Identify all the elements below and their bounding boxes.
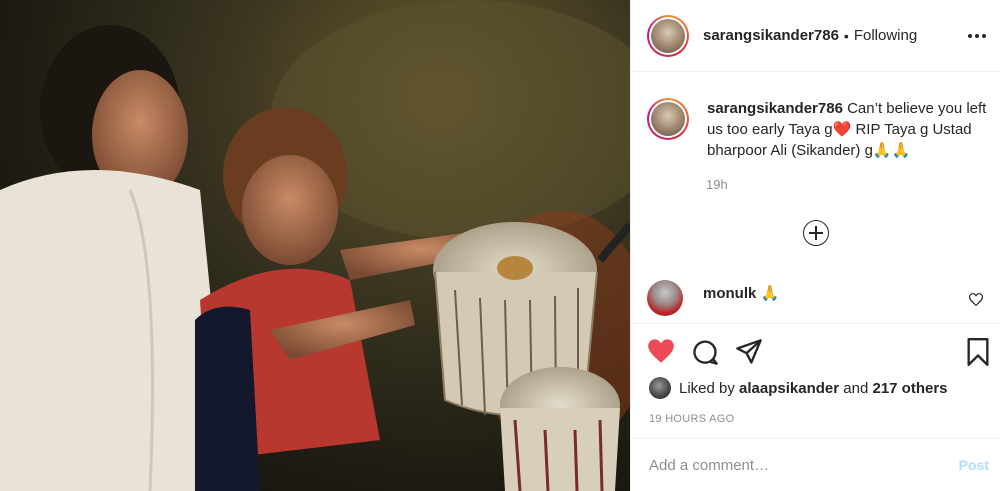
likes-summary: Liked by alaapsikander and 217 others: [649, 377, 948, 399]
more-options-icon[interactable]: [967, 26, 987, 46]
post-timestamp[interactable]: 19 HOURS AGO: [649, 413, 735, 425]
following-button[interactable]: Following: [854, 27, 917, 44]
heart-icon[interactable]: [647, 338, 675, 364]
caption-avatar[interactable]: [647, 98, 689, 140]
share-icon[interactable]: [735, 338, 763, 366]
likes-prefix: Liked by: [679, 379, 735, 397]
post-header: sarangsikander786 • Following: [631, 0, 1000, 72]
comment-icon[interactable]: [691, 338, 719, 366]
comment-composer: Add a comment… Post: [631, 438, 1000, 491]
comment-item: monulk 🙏: [647, 280, 987, 320]
caption-username[interactable]: sarangsikander786: [707, 100, 843, 117]
header-separator: •: [843, 27, 849, 44]
post-photo[interactable]: [0, 0, 630, 491]
liker-avatar[interactable]: [649, 377, 671, 399]
post-comment-button[interactable]: Post: [959, 457, 989, 473]
liker-username[interactable]: alaapsikander: [739, 380, 839, 397]
likes-count[interactable]: 217 others: [872, 380, 947, 397]
post-caption: sarangsikander786 Can’t believe you left…: [647, 98, 992, 161]
caption-time[interactable]: 19h: [706, 177, 728, 192]
plus-circle-icon[interactable]: [803, 220, 829, 246]
comment-input[interactable]: Add a comment…: [649, 457, 959, 474]
comment-username[interactable]: monulk: [703, 285, 756, 302]
post-actions-section: Liked by alaapsikander and 217 others 19…: [631, 323, 1000, 438]
likes-and: and: [843, 379, 869, 397]
author-avatar[interactable]: [647, 14, 689, 57]
action-bar: [647, 338, 763, 366]
author-username[interactable]: sarangsikander786: [703, 27, 839, 44]
comment-text: 🙏: [760, 285, 780, 302]
comment-avatar[interactable]: [647, 280, 683, 316]
comment-like-icon[interactable]: [969, 293, 983, 306]
bookmark-icon[interactable]: [965, 338, 991, 366]
photo-illustration: [0, 0, 630, 491]
post-side-panel: sarangsikander786 • Following sarangsika…: [630, 0, 1000, 491]
